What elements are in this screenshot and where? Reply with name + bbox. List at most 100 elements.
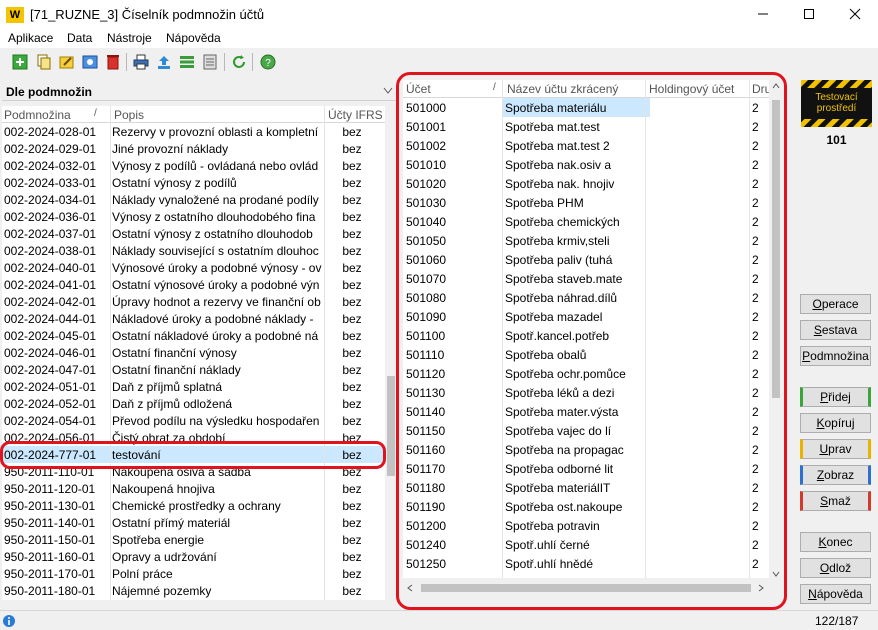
description-cell: Chemické prostředky a ochrany bbox=[112, 499, 281, 513]
ifrs-cell: bez bbox=[342, 516, 362, 530]
edit-icon bbox=[59, 56, 74, 69]
table-row[interactable]: 002-2024-047-01 Ostatní finanční náklady b… bbox=[2, 361, 385, 378]
zobraz-button[interactable]: Zobraz bbox=[800, 465, 871, 485]
napoveda-button[interactable]: Nápověda bbox=[800, 584, 871, 604]
help-button[interactable]: ? bbox=[258, 52, 278, 72]
description-cell: Ostatní přímý materiál bbox=[112, 516, 231, 530]
table-row[interactable]: 950-2011-130-01 Chemické prostředky a och… bbox=[2, 497, 385, 514]
operace-button[interactable]: Operace bbox=[800, 294, 871, 314]
delete-button[interactable] bbox=[103, 52, 123, 72]
description-cell: Výnosové úroky a podobné výnosy - ov bbox=[112, 261, 322, 275]
ifrs-cell: bez bbox=[342, 159, 362, 173]
table-row[interactable]: 002-2024-036-01 Výnosy z ostatního dlouho… bbox=[2, 208, 385, 225]
subset-code-cell: 002-2024-028-01 bbox=[4, 125, 97, 139]
info-icon bbox=[3, 615, 15, 627]
subset-code-cell: 002-2024-041-01 bbox=[4, 278, 97, 292]
col-header-ucty-ifrs[interactable]: Účty IFRS bbox=[328, 108, 383, 122]
svg-text:?: ? bbox=[265, 58, 271, 69]
menu-napoveda[interactable]: Nápověda bbox=[166, 31, 221, 45]
subset-code-cell: 002-2024-036-01 bbox=[4, 210, 97, 224]
list-button[interactable] bbox=[177, 52, 197, 72]
col-header-popis[interactable]: Popis bbox=[114, 108, 144, 122]
table-row[interactable]: 950-2011-160-01 Opravy a udržování bez bbox=[2, 548, 385, 565]
kopiruj-button[interactable]: Kopíruj bbox=[800, 413, 871, 433]
ifrs-cell: bez bbox=[342, 125, 362, 139]
ifrs-cell: bez bbox=[342, 244, 362, 258]
copy-button[interactable] bbox=[34, 52, 54, 72]
subset-code-cell: 002-2024-042-01 bbox=[4, 295, 97, 309]
description-cell: Ostatní nákladové úroky a podobné ná bbox=[112, 329, 319, 343]
table-row[interactable]: 002-2024-054-01 Převod podílu na výsledku… bbox=[2, 412, 385, 429]
description-cell: Výnosy z ostatního dlouhodobého fina bbox=[112, 210, 316, 224]
pridej-button[interactable]: Přidej bbox=[800, 387, 871, 407]
menu-nastroje[interactable]: Nástroje bbox=[107, 31, 152, 45]
ifrs-cell: bez bbox=[342, 380, 362, 394]
subset-code-cell: 950-2011-150-01 bbox=[4, 533, 96, 547]
table-row[interactable]: 002-2024-051-01 Daň z příjmů splatná bez bbox=[2, 378, 385, 395]
ifrs-cell: bez bbox=[342, 329, 362, 343]
help-icon: ? bbox=[260, 54, 276, 70]
table-row[interactable]: 002-2024-032-01 Výnosy z podílů - ovládan… bbox=[2, 157, 385, 174]
table-row[interactable]: 002-2024-046-01 Ostatní finanční výnosy be… bbox=[2, 344, 385, 361]
minimize-button[interactable] bbox=[740, 0, 786, 30]
view-button[interactable] bbox=[80, 52, 100, 72]
table-row[interactable]: 950-2011-170-01 Polní práce bez bbox=[2, 565, 385, 582]
col-header-podmnozina[interactable]: Podmnožina bbox=[4, 108, 71, 122]
table-row[interactable]: 002-2024-040-01 Výnosové úroky a podobné … bbox=[2, 259, 385, 276]
sestava-button[interactable]: Sestava bbox=[800, 320, 871, 340]
view-icon bbox=[82, 55, 98, 69]
ifrs-cell: bez bbox=[342, 210, 362, 224]
description-cell: Výnosy z podílů - ovládaná nebo ovlád bbox=[112, 159, 319, 173]
left-panel-heading: Dle podmnožin bbox=[2, 81, 397, 101]
table-row[interactable]: 002-2024-037-01 Ostatní výnosy z ostatníh… bbox=[2, 225, 385, 242]
layout-icon bbox=[203, 54, 217, 70]
konec-button[interactable]: Konec bbox=[800, 532, 871, 552]
ifrs-cell: bez bbox=[342, 142, 362, 156]
ifrs-cell: bez bbox=[342, 499, 362, 513]
chevron-down-icon[interactable] bbox=[383, 87, 393, 95]
table-row[interactable]: 002-2024-045-01 Ostatní nákladové úroky a… bbox=[2, 327, 385, 344]
print-button[interactable] bbox=[131, 52, 151, 72]
copy-icon bbox=[37, 54, 51, 70]
column-divider bbox=[324, 106, 325, 600]
table-row[interactable]: 950-2011-140-01 Ostatní přímý materiál bez bbox=[2, 514, 385, 531]
description-cell: Ostatní finanční výnosy bbox=[112, 346, 237, 360]
subset-code-cell: 002-2024-037-01 bbox=[4, 227, 97, 241]
table-row[interactable]: 002-2024-028-01 Rezervy v provozní oblast… bbox=[2, 123, 385, 140]
scrollbar-thumb[interactable] bbox=[387, 376, 395, 476]
subset-code-cell: 950-2011-180-01 bbox=[4, 584, 96, 598]
ifrs-cell: bez bbox=[342, 363, 362, 377]
table-row[interactable]: 002-2024-052-01 Daň z příjmů odložená bez bbox=[2, 395, 385, 412]
maximize-button[interactable] bbox=[786, 0, 832, 30]
badge-label: Testovací prostředí bbox=[815, 92, 858, 114]
subset-grid[interactable]: Podmnožina / Popis Účty IFRS 002-2024-02… bbox=[2, 106, 385, 600]
layout-button[interactable] bbox=[200, 52, 220, 72]
subset-code-cell: 002-2024-040-01 bbox=[4, 261, 97, 275]
description-cell: Náklady vynaložené na prodané podíly bbox=[112, 193, 319, 207]
subset-code-cell: 002-2024-054-01 bbox=[4, 414, 97, 428]
ifrs-cell: bez bbox=[342, 397, 362, 411]
close-button[interactable] bbox=[832, 0, 878, 30]
export-button[interactable] bbox=[154, 52, 174, 72]
uprav-button[interactable]: Uprav bbox=[800, 439, 871, 459]
add-button[interactable] bbox=[10, 52, 30, 72]
menu-data[interactable]: Data bbox=[67, 31, 92, 45]
table-row[interactable]: 002-2024-038-01 Náklady související s ost… bbox=[2, 242, 385, 259]
table-row[interactable]: 002-2024-041-01 Ostatní výnosové úroky a … bbox=[2, 276, 385, 293]
table-row[interactable]: 002-2024-033-01 Ostatní výnosy z podílů be… bbox=[2, 174, 385, 191]
table-row[interactable]: 002-2024-042-01 Úpravy hodnot a rezervy v… bbox=[2, 293, 385, 310]
table-row[interactable]: 950-2011-150-01 Spotřeba energie bez bbox=[2, 531, 385, 548]
table-row[interactable]: 002-2024-034-01 Náklady vynaložené na pro… bbox=[2, 191, 385, 208]
table-row[interactable]: 950-2011-120-01 Nakoupená hnojiva bez bbox=[2, 480, 385, 497]
subset-code-cell: 950-2011-130-01 bbox=[4, 499, 96, 513]
edit-button[interactable] bbox=[57, 52, 77, 72]
table-row[interactable]: 002-2024-029-01 Jiné provozní náklady bez bbox=[2, 140, 385, 157]
podmnozina-button[interactable]: Podmnožina bbox=[800, 346, 871, 366]
odloz-button[interactable]: Odlož bbox=[800, 558, 871, 578]
refresh-button[interactable] bbox=[229, 52, 249, 72]
table-row[interactable]: 002-2024-044-01 Nákladové úroky a podobné… bbox=[2, 310, 385, 327]
smaz-button[interactable]: Smaž bbox=[800, 491, 871, 511]
ifrs-cell: bez bbox=[342, 567, 362, 581]
table-row[interactable]: 950-2011-180-01 Nájemné pozemky bez bbox=[2, 582, 385, 599]
menu-aplikace[interactable]: Aplikace bbox=[8, 31, 53, 45]
